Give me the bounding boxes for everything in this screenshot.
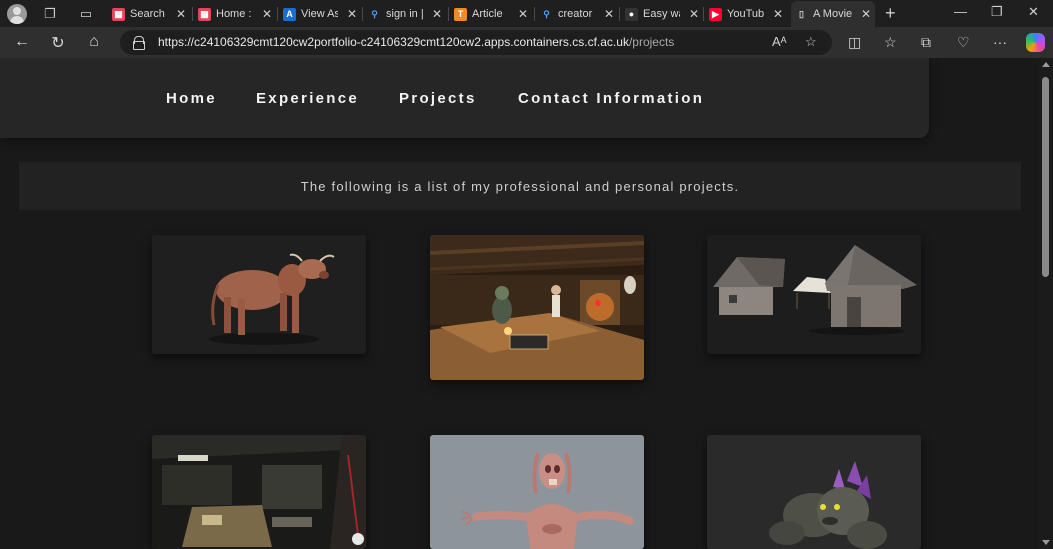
dark-office-scene-image xyxy=(152,435,366,549)
browser-tab[interactable]: ● Easy wa ✕ xyxy=(621,3,703,25)
tab-separator xyxy=(277,7,278,21)
new-tab-button[interactable]: + xyxy=(885,3,896,24)
scroll-up-arrow-icon[interactable] xyxy=(1042,62,1050,67)
search-icon: ⚲ xyxy=(371,8,378,19)
url-path: /projects xyxy=(628,35,675,49)
browser-tab[interactable]: ▶ YouTube ✕ xyxy=(705,3,787,25)
a-logo-icon: A xyxy=(283,7,296,21)
t-logo-icon: T xyxy=(454,7,467,21)
profile-avatar-icon[interactable] xyxy=(7,4,27,24)
project-card-zombie[interactable] xyxy=(430,435,644,549)
nav-home-link[interactable]: Home xyxy=(166,90,217,107)
restore-button[interactable]: ❐ xyxy=(991,4,1003,20)
project-card-cow[interactable] xyxy=(152,235,366,354)
browser-essentials-icon[interactable]: ♡ xyxy=(957,34,970,51)
browser-tab-title: View As xyxy=(301,8,338,20)
collections-icon[interactable]: ⧉ xyxy=(921,34,931,51)
close-tab-icon[interactable]: ✕ xyxy=(518,7,528,21)
close-window-button[interactable]: ✕ xyxy=(1028,4,1039,20)
project-card-tavern[interactable] xyxy=(430,235,644,380)
tab-separator xyxy=(703,7,704,21)
dark-circle-icon: ● xyxy=(625,7,638,21)
favorite-star-icon[interactable]: ☆ xyxy=(805,34,817,50)
copilot-icon[interactable] xyxy=(1026,33,1045,52)
browser-tab-title: Easy wa xyxy=(643,8,680,20)
browser-tab-title: sign in | xyxy=(386,8,423,20)
browser-tab[interactable]: ▯ A Movie ✕ xyxy=(791,1,875,27)
tavern-interior-image xyxy=(430,235,644,380)
page-content: Home Experience Projects Contact Informa… xyxy=(0,58,1039,549)
cow-model-image xyxy=(152,235,366,354)
scrollbar-thumb[interactable] xyxy=(1042,77,1049,277)
close-tab-icon[interactable]: ✕ xyxy=(347,7,357,21)
tab-separator xyxy=(192,7,193,21)
project-card-office[interactable] xyxy=(152,435,366,549)
document-icon: ▯ xyxy=(799,8,804,19)
intro-text: The following is a list of my profession… xyxy=(300,178,740,194)
minimize-button[interactable]: — xyxy=(954,4,967,19)
search-icon: ⚲ xyxy=(543,8,550,19)
wooden-houses-image xyxy=(707,235,921,354)
workspaces-icon[interactable]: ❐ xyxy=(41,5,59,23)
close-tab-icon[interactable]: ✕ xyxy=(773,7,783,21)
nav-experience-link[interactable]: Experience xyxy=(256,90,359,107)
nav-contact-link[interactable]: Contact Information xyxy=(518,90,704,107)
vertical-tabs-icon[interactable]: ▭ xyxy=(77,5,95,23)
browser-tab-title: A Movie xyxy=(813,8,852,20)
browser-tab[interactable]: ⚲ sign in | ✕ xyxy=(364,3,446,25)
red-grid-icon: ▦ xyxy=(198,7,211,21)
tab-separator xyxy=(619,7,620,21)
home-icon[interactable]: ⌂ xyxy=(84,33,104,51)
browser-tab[interactable]: ⚲ creator ✕ xyxy=(536,3,618,25)
tab-separator xyxy=(362,7,363,21)
tab-strip: ❐ ▭ ▦ Search ✕ ▦ Home : ✕ A View As ✕ ⚲ sign in | ✕… xyxy=(0,0,1053,27)
browser-tab-title: Search xyxy=(130,8,165,20)
lock-icon[interactable] xyxy=(133,36,145,50)
vertical-scrollbar[interactable] xyxy=(1039,58,1053,549)
more-menu-icon[interactable]: ··· xyxy=(993,34,1007,50)
close-tab-icon[interactable]: ✕ xyxy=(689,7,699,21)
project-card-creature[interactable] xyxy=(707,435,921,549)
nav-projects-link[interactable]: Projects xyxy=(399,90,477,107)
project-card-houses[interactable] xyxy=(707,235,921,354)
red-grid-icon: ▦ xyxy=(112,7,125,21)
rock-creature-image xyxy=(707,435,921,549)
tab-separator xyxy=(448,7,449,21)
browser-tab[interactable]: T Article ✕ xyxy=(450,3,532,25)
close-tab-icon[interactable]: ✕ xyxy=(176,7,186,21)
tab-separator xyxy=(534,7,535,21)
close-tab-icon[interactable]: ✕ xyxy=(262,7,272,21)
read-aloud-icon[interactable]: Aᴬ xyxy=(772,34,787,49)
url-host: https://c24106329cmt120cw2portfolio-c241… xyxy=(158,35,629,49)
refresh-button[interactable]: ↻ xyxy=(48,33,68,53)
close-tab-icon[interactable]: ✕ xyxy=(604,7,614,21)
split-screen-icon[interactable]: ◫ xyxy=(848,34,861,51)
back-button[interactable]: ← xyxy=(12,33,32,51)
browser-tab-title: Home : xyxy=(216,8,252,20)
site-navbar: Home Experience Projects Contact Informa… xyxy=(0,58,929,138)
youtube-icon: ▶ xyxy=(709,7,722,21)
scroll-down-arrow-icon[interactable] xyxy=(1042,540,1050,545)
browser-tab[interactable]: ▦ Search ✕ xyxy=(108,3,190,25)
url-input[interactable]: https://c24106329cmt120cw2portfolio-c241… xyxy=(120,30,832,55)
zombie-character-image xyxy=(430,435,644,549)
browser-tab-title: Article xyxy=(472,8,503,20)
browser-tab-title: YouTube xyxy=(727,8,764,20)
browser-tab-title: creator xyxy=(558,8,593,20)
browser-tab[interactable]: A View As ✕ xyxy=(279,3,361,25)
browser-tab[interactable]: ▦ Home : ✕ xyxy=(194,3,276,25)
favorites-icon[interactable]: ☆ xyxy=(884,34,897,51)
intro-banner: The following is a list of my profession… xyxy=(19,162,1021,210)
close-tab-icon[interactable]: ✕ xyxy=(861,7,871,21)
close-tab-icon[interactable]: ✕ xyxy=(432,7,442,21)
